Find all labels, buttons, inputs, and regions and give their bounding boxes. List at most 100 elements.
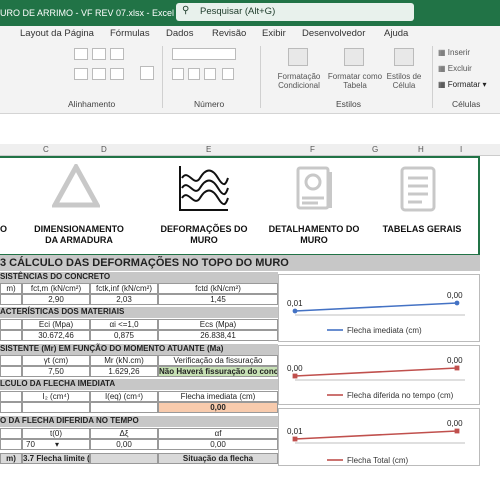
table-cell[interactable]	[22, 402, 90, 413]
data-point	[454, 428, 460, 434]
chart-flecha-diferida[interactable]: 0,00 0,00 Flecha diferida no tempo (cm)	[278, 345, 480, 405]
window-title: URO DE ARRIMO - VF REV 07.xlsx - Excel	[0, 8, 175, 18]
conditional-format-button[interactable]: Formatação Condicional	[270, 72, 328, 90]
cell-styles-icon[interactable]	[394, 48, 414, 66]
tab-dados[interactable]: Dados	[166, 28, 193, 39]
table-cell[interactable]: 2,03	[90, 294, 158, 305]
legend-label: Flecha diferida no tempo (cm)	[347, 391, 454, 400]
table-cell[interactable]: 0,00	[90, 439, 158, 450]
table-header: Verificação da fissuração	[158, 355, 278, 366]
ribbon: Alinhamento Número Formatação Condiciona…	[0, 42, 500, 114]
data-point	[292, 308, 298, 314]
section-flecha-diferida: O DA FLECHA DIFERIDA NO TEMPO	[0, 416, 278, 427]
col-header-h[interactable]: H	[418, 145, 424, 154]
chart-svg: 0,01 0,00 Flecha Total (cm)	[287, 419, 465, 465]
legend-label: Flecha Total (cm)	[347, 456, 409, 465]
align-top-icon[interactable]	[74, 48, 88, 60]
table-cell[interactable]	[0, 294, 22, 305]
tables-document-icon[interactable]	[396, 164, 440, 214]
table-cell[interactable]: 0,875	[90, 330, 158, 341]
format-table-icon[interactable]	[344, 48, 364, 66]
insert-button[interactable]: ▦ Inserir	[438, 48, 498, 57]
wrap-text-icon[interactable]	[110, 48, 124, 60]
merge-center-icon[interactable]	[140, 66, 154, 80]
nav-detalhamento[interactable]: DETALHAMENTO DO MURO	[262, 224, 366, 246]
deformation-chart-icon[interactable]	[176, 164, 230, 214]
col-header-c[interactable]: C	[43, 145, 49, 154]
col-header-d[interactable]: D	[101, 145, 107, 154]
table-cell[interactable]	[0, 366, 22, 377]
tab-layout-pagina[interactable]: Layout da Página	[20, 28, 94, 39]
legend-label: Flecha imediata (cm)	[347, 326, 422, 335]
table-cell[interactable]	[0, 330, 22, 341]
tab-revisao[interactable]: Revisão	[212, 28, 246, 39]
data-label: 0,00	[447, 291, 463, 300]
col-header-g[interactable]: G	[372, 145, 378, 154]
ribbon-tabs: Layout da Página Fórmulas Dados Revisão …	[0, 26, 500, 42]
series-line	[294, 302, 458, 312]
align-left-icon[interactable]	[74, 68, 88, 80]
table-header: m)	[0, 283, 22, 294]
currency-icon[interactable]	[172, 68, 184, 80]
chevron-down-icon[interactable]: ▾	[55, 440, 59, 449]
tab-desenvolvedor[interactable]: Desenvolvedor	[302, 28, 365, 39]
nav-tabelas-gerais[interactable]: TABELAS GERAIS	[376, 224, 468, 235]
table-cell[interactable]	[90, 402, 158, 413]
table-header	[0, 428, 22, 439]
fissuracao-status[interactable]: Não Haverá fissuração do concreto	[158, 366, 278, 377]
tab-ajuda[interactable]: Ajuda	[384, 28, 408, 39]
table-header: αi <=1,0	[90, 319, 158, 330]
table-cell[interactable]: 2,90	[22, 294, 90, 305]
triangle-icon[interactable]	[52, 164, 100, 208]
format-button[interactable]: ▦ Formatar ▾	[438, 80, 500, 89]
thousands-icon[interactable]	[204, 68, 216, 80]
chart-flecha-imediata[interactable]: 0,01 0,00 Flecha imediata (cm)	[278, 274, 480, 342]
section-momento: SISTENTE (Mr) EM FUNÇÃO DO MOMENTO ATUAN…	[0, 344, 278, 355]
col-header-e[interactable]: E	[206, 145, 211, 154]
tab-formulas[interactable]: Fórmulas	[110, 28, 150, 39]
data-point	[292, 436, 298, 442]
group-celulas: Células	[452, 99, 481, 109]
delete-button[interactable]: ▦ Excluir	[438, 64, 498, 73]
table-header: t(0)	[22, 428, 90, 439]
table-cell[interactable]	[0, 402, 22, 413]
table-cell[interactable]	[0, 439, 22, 450]
table-header: αf	[158, 428, 278, 439]
table-cell[interactable]: 0,00	[158, 439, 278, 450]
table-header: Ecs (Mpa)	[158, 319, 278, 330]
col-header-f[interactable]: F	[310, 145, 315, 154]
nav-deformacoes[interactable]: DEFORMAÇÕES DO MURO	[152, 224, 256, 246]
navigation-panel: O DIMENSIONAMENTO DA ARMADURA DEFORMAÇÕE…	[0, 156, 480, 256]
flecha-imediata-value[interactable]: 0,00	[158, 402, 278, 413]
chart-flecha-total[interactable]: 0,01 0,00 Flecha Total (cm)	[278, 408, 480, 466]
tab-exibir[interactable]: Exibir	[262, 28, 286, 39]
percent-icon[interactable]	[188, 68, 200, 80]
table-cell[interactable]: 7,50	[22, 366, 90, 377]
table-cell[interactable]: 1.629,26	[90, 366, 158, 377]
increase-decimal-icon[interactable]	[222, 68, 234, 80]
table-header: fctd (kN/cm²)	[158, 283, 278, 294]
table-cell[interactable]: 26.838,41	[158, 330, 278, 341]
conditional-format-icon[interactable]	[288, 48, 308, 66]
cell-styles-button[interactable]: Estilos de Célula	[382, 72, 426, 90]
separator	[432, 46, 433, 108]
worksheet[interactable]: C D E F G H I O DIMENSIONAMENTO DA ARMAD…	[0, 114, 500, 500]
number-format-select[interactable]	[172, 48, 236, 60]
table-header	[0, 391, 22, 402]
table-cell[interactable]: 30.672,46	[22, 330, 90, 341]
t0-dropdown[interactable]: 70 ▾	[22, 439, 90, 450]
table-cell[interactable]: 1,45	[158, 294, 278, 305]
table-header: Flecha imediata (cm)	[158, 391, 278, 402]
nav-dimensionamento[interactable]: DIMENSIONAMENTO DA ARMADURA	[28, 224, 130, 246]
format-table-button[interactable]: Formatar como Tabela	[326, 72, 384, 90]
merge-cells-icon[interactable]	[110, 68, 124, 80]
col-header-i[interactable]: I	[460, 145, 462, 154]
flecha-limite-header: 3.7 Flecha limite (cm)	[22, 453, 90, 464]
data-label: 0,00	[447, 419, 463, 428]
align-center-icon[interactable]	[92, 68, 106, 80]
align-middle-icon[interactable]	[92, 48, 106, 60]
detailing-drawing-icon[interactable]	[290, 164, 342, 214]
format-label: Formatar	[447, 80, 481, 89]
search-box[interactable]: ⚲ Pesquisar (Alt+G)	[176, 3, 414, 21]
table-header: Eci (Mpa)	[22, 319, 90, 330]
